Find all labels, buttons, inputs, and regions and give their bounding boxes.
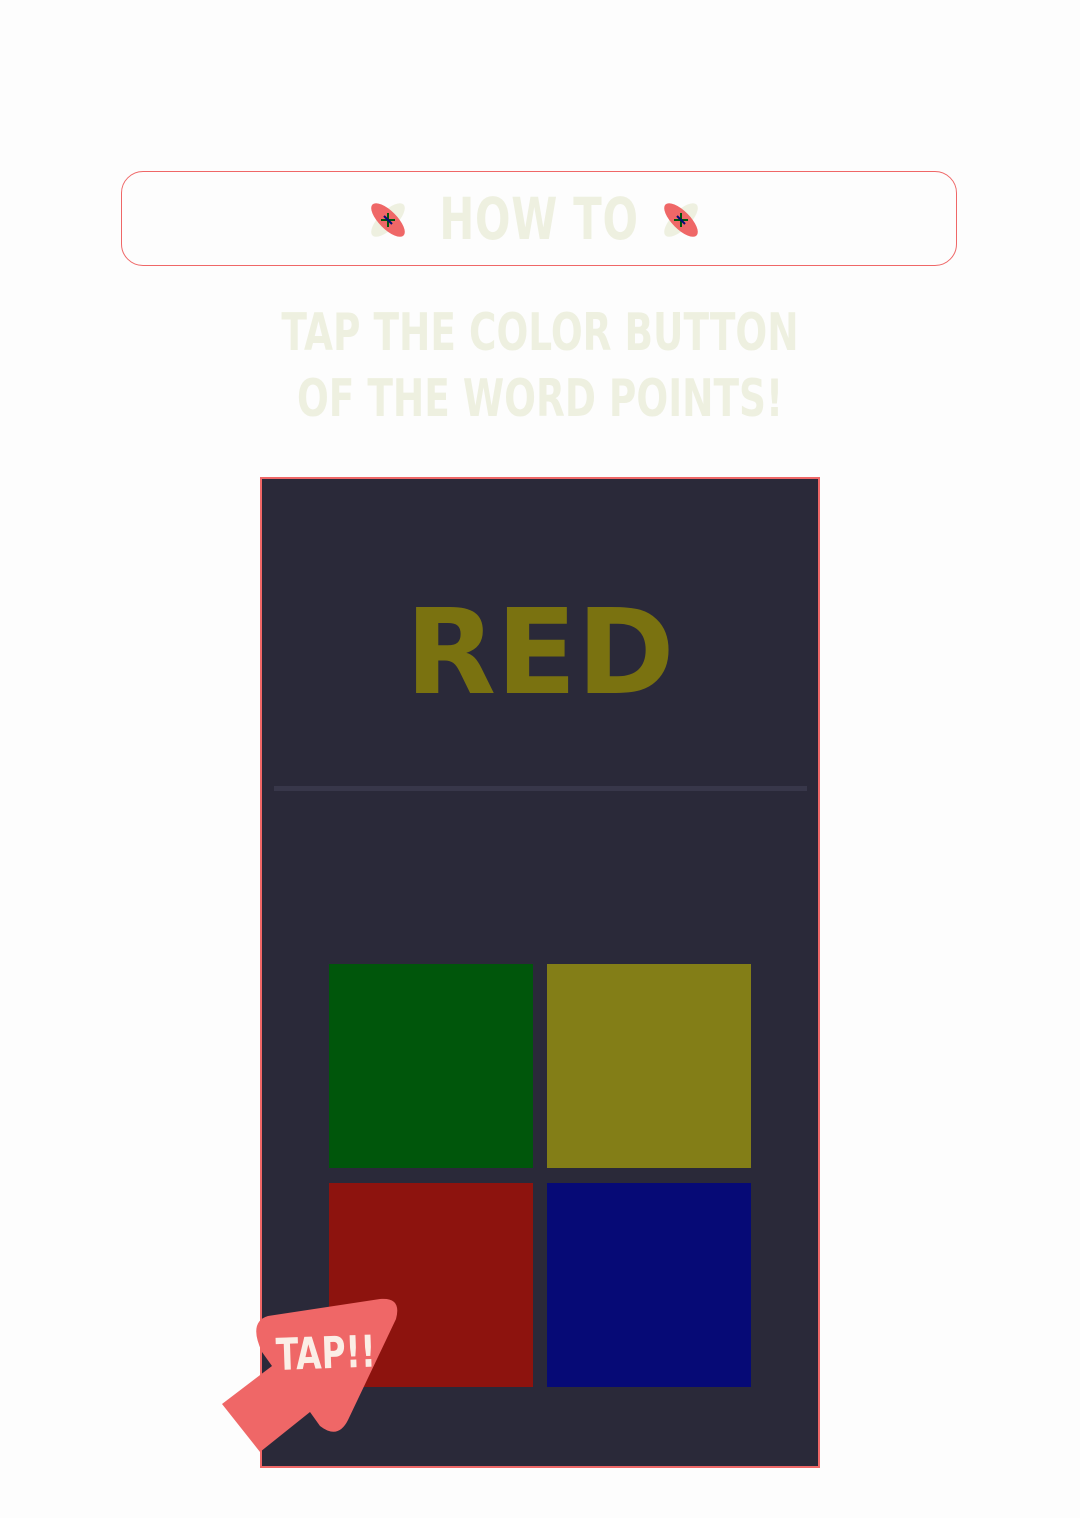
how-to-title: HOW TO bbox=[439, 185, 639, 253]
color-button-yellow[interactable] bbox=[547, 964, 751, 1168]
color-word: RED bbox=[405, 583, 675, 721]
tap-label: TAP!! bbox=[275, 1326, 377, 1381]
instructions-line-2: OF THE WORD POINTS! bbox=[296, 369, 784, 429]
color-button-green[interactable] bbox=[329, 964, 533, 1168]
color-button-blue[interactable] bbox=[547, 1183, 751, 1387]
instructions-text: TAP THE COLOR BUTTON OF THE WORD POINTS! bbox=[151, 300, 929, 432]
divider bbox=[274, 786, 807, 791]
flower-icon bbox=[664, 203, 698, 237]
how-to-header: HOW TO bbox=[121, 171, 957, 266]
instructions-line-1: TAP THE COLOR BUTTON bbox=[281, 303, 799, 363]
